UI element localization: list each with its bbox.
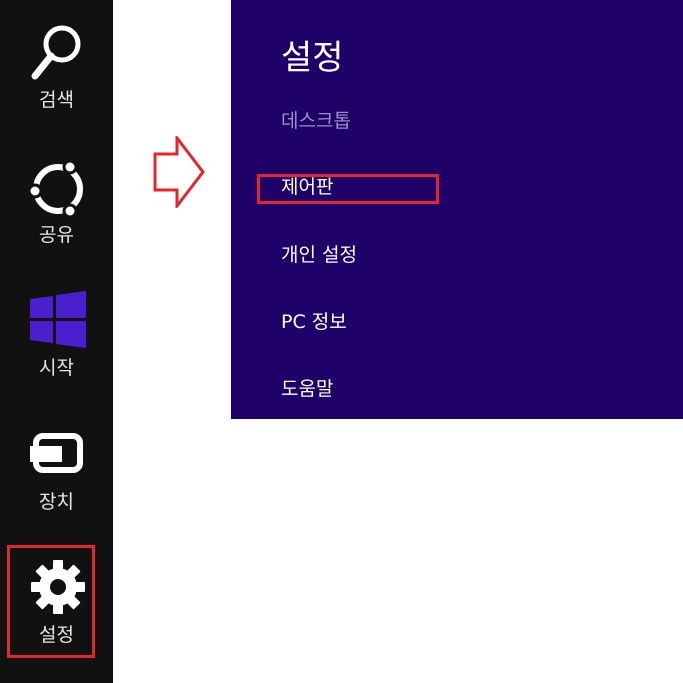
- charm-search[interactable]: 검색: [0, 22, 113, 142]
- settings-highlight-box: [7, 545, 95, 658]
- settings-item-help[interactable]: 도움말: [281, 376, 333, 402]
- charm-devices[interactable]: 장치: [0, 424, 113, 544]
- devices-icon: [30, 433, 83, 473]
- charms-bar: 검색 공유 시작 장치 설정: [0, 0, 113, 683]
- charm-share-label: 공유: [39, 224, 74, 246]
- search-icon: [31, 25, 81, 80]
- charm-search-label: 검색: [39, 89, 74, 111]
- settings-pane: 설정 데스크톱 제어판 개인 설정 PC 정보 도움말: [231, 0, 683, 419]
- settings-item-pc-info[interactable]: PC 정보: [281, 309, 347, 335]
- windows-logo-icon: [30, 291, 86, 348]
- settings-pane-title: 설정: [281, 38, 344, 78]
- settings-item-desktop[interactable]: 데스크톱: [281, 108, 351, 134]
- share-icon: [28, 159, 83, 217]
- control-panel-highlight-box: [257, 174, 439, 204]
- charm-start[interactable]: 시작: [0, 290, 113, 410]
- arrow-right-icon: [153, 136, 205, 208]
- settings-item-personalization[interactable]: 개인 설정: [281, 242, 357, 268]
- charm-devices-label: 장치: [39, 491, 74, 513]
- charm-start-label: 시작: [39, 357, 74, 379]
- charm-share[interactable]: 공유: [0, 157, 113, 277]
